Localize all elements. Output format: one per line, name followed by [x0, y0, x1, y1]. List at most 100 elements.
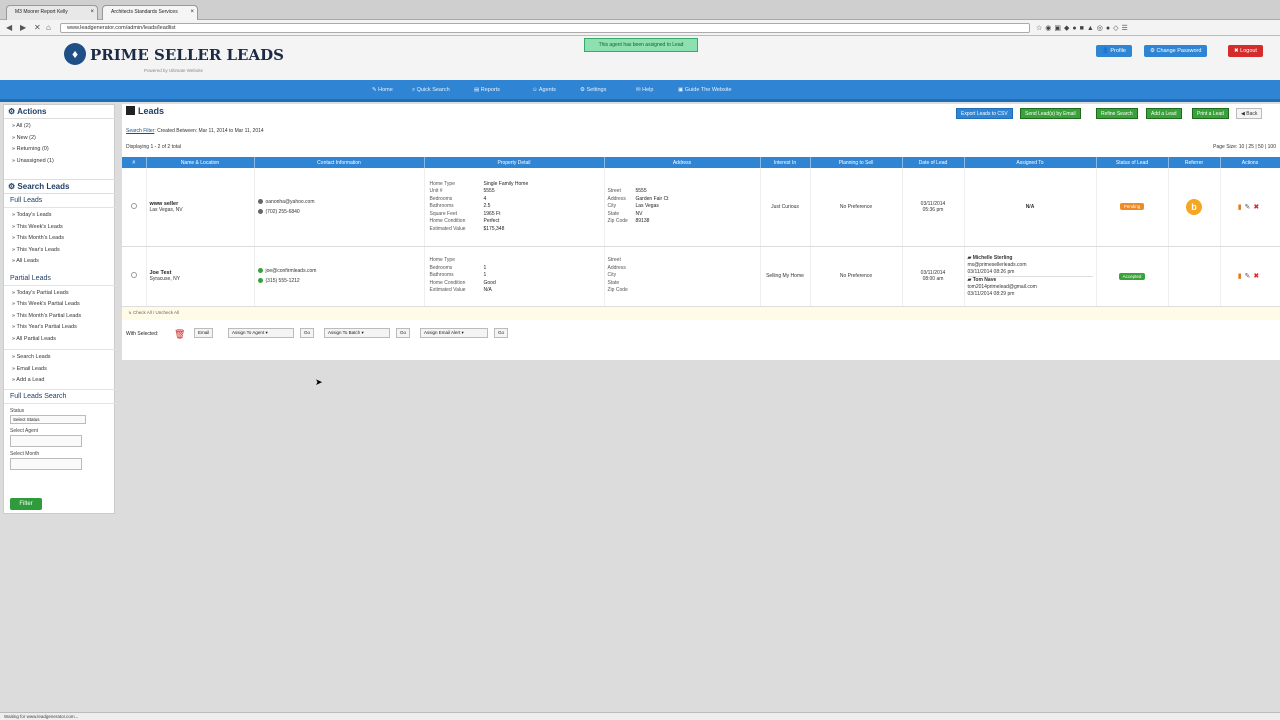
assign-agent-go-button[interactable]: Go	[300, 328, 315, 338]
search-leads-title: ⚙ Search Leads	[4, 179, 116, 194]
back-icon[interactable]: ◀	[6, 23, 12, 32]
table-row: www seller Las Vegas, NV oanonha@yahoo.co…	[122, 168, 1280, 247]
sidebar-item-month-partial[interactable]: » This Month's Partial Leads	[12, 311, 108, 323]
print-lead-button[interactable]: Print a Lead	[1192, 108, 1229, 119]
col-header[interactable]: Name & Location	[146, 157, 255, 168]
search-leads-section: ⚙ Search Leads Full Leads » Today's Lead…	[4, 179, 116, 470]
add-lead-button[interactable]: Add a Lead	[1146, 108, 1182, 119]
browser-tab-2[interactable]: Architects Standards Services ×	[102, 5, 198, 20]
status-badge[interactable]: Accepted	[1118, 272, 1146, 280]
actions-section: ⚙ Actions » All (2) » New (2) » Returnin…	[4, 105, 116, 169]
col-header[interactable]: Planning to Sell	[810, 157, 903, 168]
close-icon[interactable]: ×	[90, 9, 94, 15]
full-leads-title: Full Leads	[4, 194, 116, 208]
filter-button[interactable]: Filter	[10, 498, 42, 510]
logout-button[interactable]: ✖ Logout	[1228, 45, 1263, 57]
col-header[interactable]: Actions	[1220, 157, 1280, 168]
leads-icon	[126, 106, 135, 115]
sidebar-item-week-leads[interactable]: » This Week's Leads	[12, 222, 108, 234]
sidebar-item-todays-partial[interactable]: » Today's Partial Leads	[12, 288, 108, 300]
col-header[interactable]: Status of Lead	[1096, 157, 1169, 168]
row-checkbox[interactable]	[130, 272, 137, 278]
sidebar-item-unassigned[interactable]: » Unassigned (1)	[12, 156, 108, 168]
refine-search-button[interactable]: Refine Search	[1096, 108, 1138, 119]
notification-banner: This agent has been assigned to Lead	[584, 38, 698, 52]
leads-table: # Name & Location Contact Information Pr…	[122, 157, 1280, 307]
col-header[interactable]: Property Detail	[424, 157, 605, 168]
nav-reports[interactable]: ▤ Reports	[474, 87, 500, 93]
assign-agent-select[interactable]: Assign To Agent ▾	[228, 328, 294, 338]
browser-tab-bar: M3 Moorer Report Kelly × Architects Stand…	[0, 0, 1280, 20]
sidebar-item-todays-leads[interactable]: » Today's Leads	[12, 210, 108, 222]
nav-agents[interactable]: ☺ Agents	[532, 87, 556, 93]
close-icon[interactable]: ×	[190, 9, 194, 15]
sidebar-item-year-partial[interactable]: » This Year's Partial Leads	[12, 322, 108, 334]
col-header[interactable]: Referrer	[1168, 157, 1221, 168]
sidebar-item-week-partial[interactable]: » This Week's Partial Leads	[12, 299, 108, 311]
assign-email-go-button[interactable]: Go	[494, 328, 509, 338]
mouse-cursor-icon: ➤	[315, 377, 323, 387]
extension-icons[interactable]: ☆◉▣◆●■▲◎●◇☰	[1036, 24, 1131, 32]
check-all-row: ↳ Check All / Uncheck All	[122, 307, 1280, 320]
sidebar-item-search-leads[interactable]: » Search Leads	[12, 352, 108, 364]
nav-guide[interactable]: ▣ Guide The Website	[678, 87, 732, 93]
page-size[interactable]: Page Size: 10 | 25 | 50 | 100	[1213, 144, 1276, 150]
sidebar-item-new[interactable]: » New (2)	[12, 133, 108, 145]
assign-batch-select[interactable]: Assign To Batch ▾	[324, 328, 390, 338]
status-select[interactable]: Select Status	[10, 414, 86, 424]
export-csv-button[interactable]: Export Leads to CSV	[956, 108, 1013, 119]
status-badge[interactable]: Pending	[1119, 203, 1145, 211]
nav-help[interactable]: ✉ Help	[636, 87, 653, 93]
nav-quick-search[interactable]: ⌕ Quick Search	[412, 87, 450, 94]
sidebar-item-year-leads[interactable]: » This Year's Leads	[12, 245, 108, 257]
month-select[interactable]	[10, 457, 82, 470]
nav-home[interactable]: ✎ Home	[372, 87, 393, 93]
referrer-icon[interactable]: b	[1186, 198, 1202, 215]
col-header[interactable]: Interest In	[760, 157, 811, 168]
url-input[interactable]: www.leadgenerator.com/admin/leads/leadli…	[60, 23, 1030, 33]
sidebar-item-all-partial[interactable]: » All Partial Leads	[12, 334, 108, 346]
col-header[interactable]: #	[122, 157, 147, 168]
sidebar: ⚙ Actions » All (2) » New (2) » Returnin…	[3, 104, 116, 514]
back-button[interactable]: ◀ Back	[1236, 108, 1263, 119]
page-title: Leads	[126, 106, 164, 116]
assign-email-select[interactable]: Assign Email Alert ▾	[420, 328, 488, 338]
delete-icon[interactable]: ✖	[1253, 204, 1262, 211]
agent-select[interactable]	[10, 434, 82, 447]
sidebar-item-all[interactable]: » All (2)	[12, 121, 108, 133]
bulk-email-button[interactable]: Email	[194, 328, 214, 338]
main-nav: ✎ Home ⌕ Quick Search ▤ Reports ☺ Agents…	[0, 80, 1280, 102]
table-row: Joe Test Syracuse, NY joe@confirmleads.co…	[122, 246, 1280, 307]
sidebar-item-returning[interactable]: » Returning (0)	[12, 144, 108, 156]
col-header[interactable]: Address	[604, 157, 761, 168]
change-password-button[interactable]: ⚙ Change Password	[1144, 45, 1208, 57]
nav-settings[interactable]: ⚙ Settings	[580, 87, 606, 93]
view-icon[interactable]: ▮	[1238, 204, 1245, 211]
home-icon[interactable]: ⌂	[46, 23, 51, 32]
bulk-actions: With Selected: 🗑 Email Assign To Agent ▾…	[126, 326, 1276, 344]
table-header-row: # Name & Location Contact Information Pr…	[122, 157, 1280, 168]
forward-icon[interactable]: ▶	[20, 23, 26, 32]
sidebar-item-add-lead[interactable]: » Add a Lead	[12, 375, 108, 387]
reload-icon[interactable]: ✕	[34, 23, 41, 32]
search-filter: Search Filter: Created Between: Mar 11, …	[126, 128, 264, 134]
sidebar-item-all-leads[interactable]: » All Leads	[12, 256, 108, 268]
logo-mark-icon: ♦	[64, 43, 86, 65]
profile-button[interactable]: 👤 Profile	[1096, 45, 1132, 57]
trash-icon[interactable]: 🗑	[174, 329, 185, 340]
sidebar-item-email-leads[interactable]: » Email Leads	[12, 364, 108, 376]
delete-icon[interactable]: ✖	[1253, 273, 1262, 280]
row-checkbox[interactable]	[130, 202, 137, 209]
browser-tab-1[interactable]: M3 Moorer Report Kelly ×	[6, 5, 98, 20]
assign-batch-go-button[interactable]: Go	[396, 328, 411, 338]
site-header: ♦ PRIME SELLER LEADS Powered by Ultimate…	[0, 36, 1280, 80]
browser-status-bar: Waiting for www.leadgenerator.com...	[0, 712, 1280, 720]
col-header[interactable]: Contact Information	[254, 157, 425, 168]
col-header[interactable]: Assigned To	[964, 157, 1097, 168]
send-email-button[interactable]: Send Lead(s) by Email	[1020, 108, 1081, 119]
col-header[interactable]: Date of Lead	[902, 157, 965, 168]
view-icon[interactable]: ▮	[1238, 273, 1245, 280]
email-icon	[257, 198, 263, 204]
full-leads-search-title: Full Leads Search	[4, 388, 116, 404]
sidebar-item-month-leads[interactable]: » This Month's Leads	[12, 233, 108, 245]
